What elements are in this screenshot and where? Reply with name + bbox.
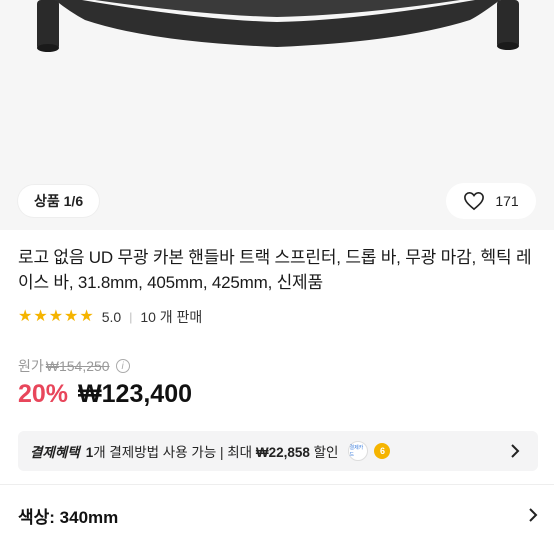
gallery-counter: 상품 1/6 (18, 185, 100, 217)
star-icon: ★ (48, 308, 64, 325)
divider (0, 484, 554, 485)
info-icon[interactable]: i (115, 359, 130, 373)
star-icon: ★ (33, 308, 48, 325)
coin-icon: 6 (374, 443, 391, 459)
star-icon: ★ (79, 308, 94, 325)
sales-count: 10 개 판매 (140, 309, 203, 325)
star-rating: ★ ★ ★ ★ ★ (18, 309, 94, 325)
chevron-right-icon (511, 444, 520, 458)
price-row: 20% ₩123,400 (18, 380, 192, 409)
separator: | (129, 310, 133, 324)
discount-rate: 20% (18, 380, 69, 408)
product-title: 로고 없음 UD 무광 카본 핸들바 트랙 스프린터, 드롭 바, 무광 마감,… (18, 248, 532, 292)
heart-icon (464, 191, 485, 211)
rating-row[interactable]: ★ ★ ★ ★ ★ 5.0 | 10 개 판매 (18, 307, 202, 327)
rating-value: 5.0 (101, 309, 122, 325)
original-price-row: 원가 ₩154,250 i (18, 356, 130, 376)
payment-benefit-banner[interactable]: 결제혜택 1개 결제방법 사용 가능 | 최대 ₩22,858 할인 결제카드 … (18, 431, 538, 471)
sale-price: ₩123,400 (78, 380, 193, 408)
like-button[interactable]: 171 (446, 183, 536, 219)
star-icon: ★ (64, 308, 79, 325)
origin-label: 원가 (18, 358, 44, 374)
card-icon: 결제카드 (348, 441, 369, 461)
benefit-title: 결제혜택 (30, 445, 80, 460)
option-label: 색상: 340mm (18, 507, 119, 527)
like-count: 171 (495, 193, 519, 209)
color-option-selector[interactable]: 색상: 340mm (18, 503, 538, 527)
original-price: ₩154,250 (45, 358, 110, 374)
star-icon: ★ (18, 308, 33, 325)
benefit-text: 1개 결제방법 사용 가능 | 최대 ₩22,858 할인 (85, 445, 339, 460)
chevron-right-icon (529, 508, 538, 522)
